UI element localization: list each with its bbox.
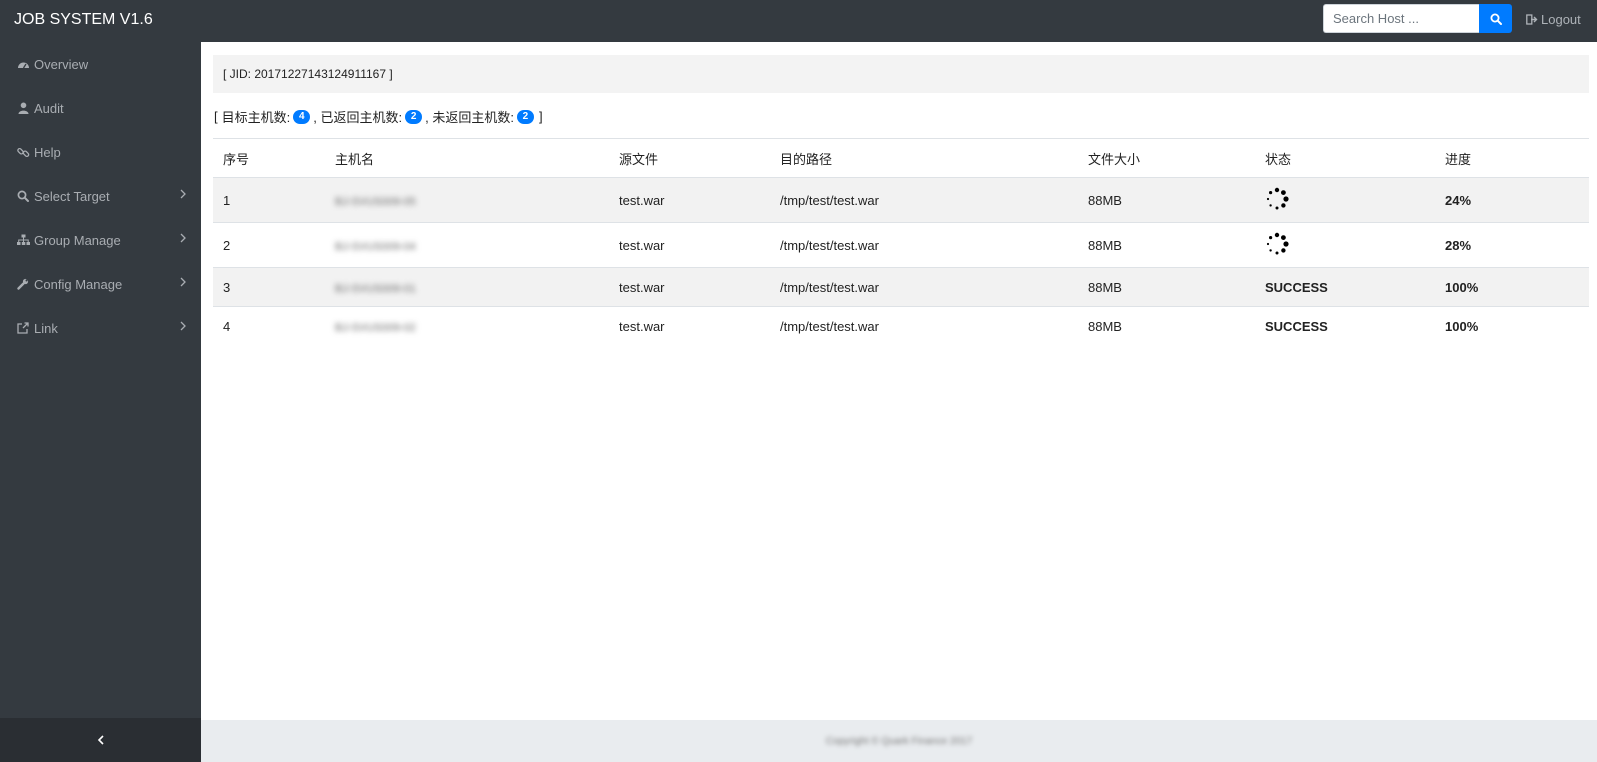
cell-progress: 24% — [1435, 177, 1589, 223]
target-count-badge: 4 — [293, 109, 311, 124]
col-header-status: 状态 — [1255, 138, 1435, 178]
cell-no: 1 — [213, 177, 325, 223]
sidebar-collapse-button[interactable] — [0, 718, 201, 762]
cell-progress: 100% — [1435, 306, 1589, 346]
cell-src: test.war — [609, 267, 770, 307]
chevron-right-icon — [180, 321, 186, 331]
table-row: 1 BJ-SVUS009-05 test.war /tmp/test/test.… — [213, 177, 1589, 223]
chevron-right-icon — [180, 189, 186, 199]
spinner-icon — [1266, 232, 1289, 254]
transfer-table: 序号 主机名 源文件 目的路径 文件大小 状态 进度 1 BJ-SVUS009-… — [213, 138, 1589, 346]
cell-no: 3 — [213, 267, 325, 307]
user-icon — [16, 102, 30, 114]
returned-count-badge: 2 — [405, 109, 423, 124]
cell-src: test.war — [609, 306, 770, 346]
copyright-text: Copyright © Quark Finance 2017 — [825, 735, 973, 747]
cell-status: SUCCESS — [1255, 267, 1435, 307]
cell-dest: /tmp/test/test.war — [770, 222, 1078, 268]
pending-count-label: , 未返回主机数: — [425, 110, 514, 125]
col-header-host: 主机名 — [325, 138, 609, 178]
footer: Copyright © Quark Finance 2017 — [201, 720, 1597, 762]
sitemap-icon — [16, 234, 30, 246]
link-icon — [16, 146, 30, 159]
cell-size: 88MB — [1078, 267, 1255, 307]
chevron-right-icon — [180, 233, 186, 243]
cell-size: 88MB — [1078, 306, 1255, 346]
sidebar: Overview Audit Help Select Target Group … — [0, 42, 201, 762]
cell-src: test.war — [609, 222, 770, 268]
counts-open: [ — [214, 109, 218, 124]
cell-no: 4 — [213, 306, 325, 346]
search-input[interactable] — [1323, 4, 1479, 33]
cell-dest: /tmp/test/test.war — [770, 267, 1078, 307]
table-row: 3 BJ-SVUS009-01 test.war /tmp/test/test.… — [213, 267, 1589, 307]
sidebar-item-select-target[interactable]: Select Target — [0, 174, 201, 218]
table-row: 2 BJ-SVUS009-04 test.war /tmp/test/test.… — [213, 222, 1589, 268]
cell-src: test.war — [609, 177, 770, 223]
cell-host: BJ-SVUS009-04 — [335, 240, 416, 253]
cell-progress: 100% — [1435, 267, 1589, 307]
logout-link[interactable]: Logout — [1526, 12, 1581, 27]
sidebar-item-help[interactable]: Help — [0, 130, 201, 174]
sidebar-item-label: Config Manage — [34, 276, 123, 292]
search-icon — [1490, 13, 1502, 25]
cell-status: SUCCESS — [1255, 306, 1435, 346]
sidebar-item-audit[interactable]: Audit — [0, 86, 201, 130]
host-counts: [ 目标主机数: 4 , 已返回主机数: 2 , 未返回主机数: 2 ] — [214, 107, 543, 126]
sidebar-item-config-manage[interactable]: Config Manage — [0, 262, 201, 306]
search-button[interactable] — [1479, 4, 1512, 33]
pending-count-badge: 2 — [516, 109, 534, 124]
col-header-src: 源文件 — [609, 138, 770, 178]
table-header-row: 序号 主机名 源文件 目的路径 文件大小 状态 进度 — [213, 138, 1589, 178]
sign-out-icon — [1526, 14, 1538, 25]
wrench-icon — [16, 278, 30, 290]
cell-dest: /tmp/test/test.war — [770, 177, 1078, 223]
app-title[interactable]: JOB SYSTEM V1.6 — [14, 11, 153, 29]
top-navbar: JOB SYSTEM V1.6 Logout — [0, 0, 1597, 42]
sidebar-item-group-manage[interactable]: Group Manage — [0, 218, 201, 262]
jid-text: [ JID: 20171227143124911167 ] — [223, 67, 393, 81]
sidebar-item-label: Group Manage — [34, 232, 121, 248]
col-header-size: 文件大小 — [1078, 138, 1255, 178]
cell-host: BJ-SVUS009-05 — [335, 195, 416, 208]
sidebar-item-label: Overview — [34, 56, 89, 72]
chevron-left-icon — [97, 735, 104, 745]
cell-no: 2 — [213, 222, 325, 268]
sidebar-item-label: Help — [34, 144, 61, 160]
col-header-dest: 目的路径 — [770, 138, 1078, 178]
main-content: [ JID: 20171227143124911167 ] [ 目标主机数: 4… — [201, 42, 1597, 720]
sidebar-item-label: Audit — [34, 100, 64, 116]
sidebar-item-label: Link — [34, 320, 58, 336]
jid-bar: [ JID: 20171227143124911167 ] — [213, 55, 1589, 93]
search-icon — [16, 190, 30, 202]
cell-host: BJ-SVUS009-02 — [335, 321, 416, 334]
col-header-progress: 进度 — [1435, 138, 1589, 178]
cell-progress: 28% — [1435, 222, 1589, 268]
counts-close: ] — [538, 109, 543, 124]
logout-label: Logout — [1541, 12, 1581, 27]
chevron-right-icon — [180, 277, 186, 287]
spinner-icon — [1266, 187, 1289, 209]
sidebar-item-overview[interactable]: Overview — [0, 42, 201, 86]
host-search — [1323, 4, 1512, 33]
returned-count-label: , 已返回主机数: — [313, 110, 403, 125]
cell-host: BJ-SVUS009-01 — [335, 282, 416, 295]
cell-size: 88MB — [1078, 222, 1255, 268]
external-link-icon — [16, 322, 30, 334]
cell-size: 88MB — [1078, 177, 1255, 223]
target-count-label: 目标主机数: — [221, 110, 291, 125]
dashboard-icon — [16, 59, 30, 70]
cell-dest: /tmp/test/test.war — [770, 306, 1078, 346]
table-row: 4 BJ-SVUS009-02 test.war /tmp/test/test.… — [213, 306, 1589, 346]
sidebar-item-label: Select Target — [34, 188, 110, 204]
sidebar-item-link[interactable]: Link — [0, 306, 201, 350]
col-header-no: 序号 — [213, 138, 325, 178]
